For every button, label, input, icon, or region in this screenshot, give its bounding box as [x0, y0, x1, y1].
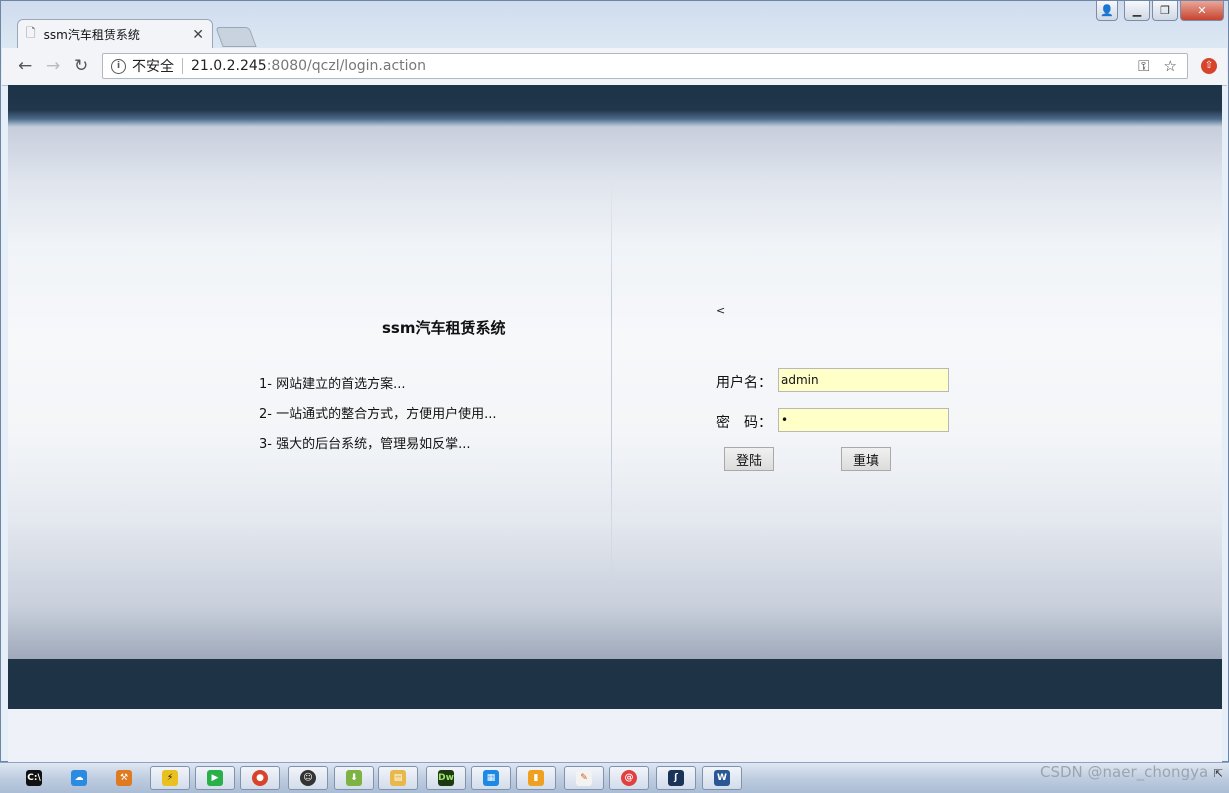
- feature-item: 3- 强大的后台系统，管理易如反掌...: [259, 437, 471, 452]
- tab-close-icon[interactable]: ✕: [192, 27, 204, 43]
- app-icon[interactable]: ▮: [516, 766, 556, 790]
- url-host: 21.0.2.245: [191, 58, 267, 74]
- word-icon[interactable]: W: [702, 766, 742, 790]
- plugin-icon[interactable]: ⚡: [150, 766, 190, 790]
- url-text[interactable]: 21.0.2.245:8080/qczl/login.action: [191, 58, 426, 74]
- browser-window: 👤 ▁ ❐ ✕ 🗋 ssm汽车租赁系统 ✕ ← → ↻ i 不安全 21.0.2…: [0, 0, 1229, 763]
- cloud-icon[interactable]: ☁: [59, 766, 99, 790]
- avatar-icon[interactable]: ☺: [288, 766, 328, 790]
- page-icon: 🗋: [26, 26, 36, 40]
- password-label: 密 码：: [716, 415, 772, 431]
- browser-toolbar: ← → ↻ i 不安全 21.0.2.245:8080/qczl/login.a…: [2, 48, 1227, 86]
- back-arrow-icon[interactable]: ←: [18, 56, 32, 76]
- username-label: 用户名：: [716, 375, 772, 391]
- folder-icon[interactable]: ▤: [378, 766, 418, 790]
- extension-icon[interactable]: ⇧: [1201, 58, 1217, 74]
- feature-item: 2- 一站通式的整合方式，方便用户使用...: [259, 407, 497, 422]
- new-tab-button[interactable]: [215, 27, 257, 47]
- system-title: ssm汽车租赁系统: [382, 319, 506, 337]
- login-button[interactable]: 登陆: [724, 447, 774, 471]
- browser-tab[interactable]: 🗋 ssm汽车租赁系统 ✕: [17, 19, 213, 49]
- minimize-button[interactable]: ▁: [1124, 1, 1150, 21]
- close-window-button[interactable]: ✕: [1180, 1, 1224, 21]
- tool-icon[interactable]: ⚒: [104, 766, 144, 790]
- maximize-button[interactable]: ❐: [1152, 1, 1178, 21]
- chrome-icon[interactable]: ●: [240, 766, 280, 790]
- dreamweaver-label: Dw: [438, 770, 454, 786]
- dreamweaver-icon[interactable]: Dw: [426, 766, 466, 790]
- cmd-icon[interactable]: C:\: [14, 766, 54, 790]
- feature-item: 1- 网站建立的首选方案...: [259, 377, 406, 392]
- address-divider: [182, 58, 183, 74]
- key-icon[interactable]: ⚿: [1138, 57, 1149, 75]
- tray-expand-icon[interactable]: ⇱: [1214, 767, 1223, 780]
- url-path: :8080/qczl/login.action: [266, 58, 426, 74]
- forward-arrow-icon[interactable]: →: [46, 56, 60, 76]
- page-viewport: ssm汽车租赁系统 1- 网站建立的首选方案... 2- 一站通式的整合方式，方…: [8, 85, 1222, 763]
- security-label[interactable]: 不安全: [132, 56, 174, 76]
- player-icon[interactable]: ▶: [195, 766, 235, 790]
- panel-divider: [611, 175, 612, 585]
- info-icon[interactable]: i: [111, 58, 126, 74]
- window-controls: 👤 ▁ ❐ ✕: [1096, 1, 1224, 21]
- header-band: [8, 85, 1222, 127]
- tab-title: ssm汽车租赁系统: [43, 28, 140, 42]
- user-icon[interactable]: 👤: [1096, 1, 1118, 21]
- snail-icon[interactable]: @: [609, 766, 649, 790]
- watermark: CSDN @naer_chongya: [1040, 763, 1209, 781]
- star-icon[interactable]: ☆: [1164, 57, 1177, 75]
- reload-icon[interactable]: ↻: [74, 56, 88, 76]
- reset-button[interactable]: 重填: [841, 447, 891, 471]
- username-input[interactable]: [778, 368, 949, 392]
- login-panel: [8, 127, 1222, 659]
- eclipse-icon[interactable]: ʃ: [656, 766, 696, 790]
- footer-band: [8, 659, 1222, 709]
- pin-icon[interactable]: ✎: [564, 766, 604, 790]
- grid-icon[interactable]: ▦: [471, 766, 511, 790]
- download-icon[interactable]: ⬇: [334, 766, 374, 790]
- small-mark: <: [716, 304, 726, 317]
- password-input[interactable]: [778, 408, 949, 432]
- address-bar[interactable]: i 不安全 21.0.2.245:8080/qczl/login.action …: [102, 53, 1188, 79]
